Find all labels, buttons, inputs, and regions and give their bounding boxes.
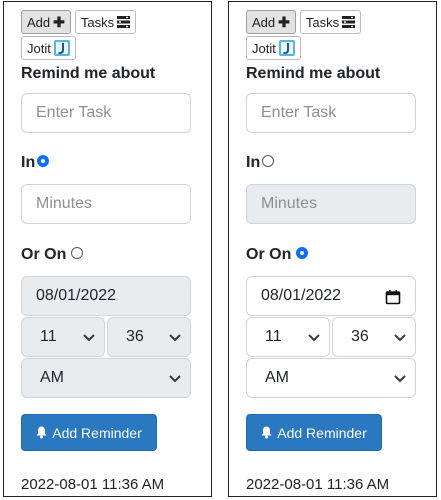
date-value: 08/01/2022 (261, 287, 342, 304)
task-input[interactable]: Enter Task (246, 93, 416, 133)
ampm-value: AM (265, 369, 289, 386)
add-reminder-label: Add Reminder (277, 424, 367, 441)
tasks-tab-label: Tasks (80, 14, 115, 30)
reminder-panel-date: Add ✚ Tasks Jotit Remind me about Enter … (228, 1, 437, 497)
hour-select[interactable]: 11 (246, 317, 330, 357)
hour-value: 11 (265, 328, 282, 345)
in-radio[interactable] (37, 155, 50, 167)
page-heading: Remind me about (246, 65, 381, 82)
or-on-option: Or On (21, 246, 84, 264)
minutes-input[interactable]: Minutes (21, 184, 191, 224)
in-option: In (21, 154, 50, 172)
minute-select[interactable]: 36 (107, 317, 191, 357)
plus-icon: ✚ (53, 14, 65, 30)
minutes-input[interactable]: Minutes (246, 184, 416, 224)
list-icon (117, 16, 131, 28)
date-value: 08/01/2022 (36, 287, 117, 304)
calendar-icon[interactable] (385, 289, 401, 305)
jotit-logo-icon (278, 40, 295, 56)
task-input-placeholder: Enter Task (261, 104, 337, 121)
chevron-down-icon (394, 375, 406, 383)
hour-value: 11 (40, 328, 57, 345)
or-on-label: Or On (246, 246, 292, 263)
in-label: In (21, 154, 36, 171)
jotit-label: Jotit (27, 40, 51, 56)
ampm-select[interactable]: AM (246, 358, 416, 398)
top-toolbar: Add ✚ Tasks (246, 10, 362, 34)
reminder-panel-relative: Add ✚ Tasks Jotit Remind me about Enter … (3, 1, 212, 497)
chevron-down-icon (308, 334, 320, 342)
in-radio[interactable] (262, 155, 275, 167)
date-input[interactable]: 08/01/2022 (246, 276, 416, 316)
or-on-option: Or On (246, 246, 309, 264)
add-tab-label: Add (27, 14, 51, 30)
add-reminder-button[interactable]: Add Reminder (246, 414, 382, 451)
list-icon (342, 16, 356, 28)
ampm-value: AM (40, 369, 64, 386)
jotit-button[interactable]: Jotit (246, 36, 301, 60)
or-on-label: Or On (21, 246, 67, 263)
chevron-down-icon (169, 334, 181, 342)
tasks-tab-button[interactable]: Tasks (74, 10, 137, 34)
or-on-radio[interactable] (296, 247, 309, 259)
add-tab-button[interactable]: Add ✚ (21, 10, 71, 34)
jotit-button[interactable]: Jotit (21, 36, 76, 60)
minute-value: 36 (351, 328, 369, 345)
bell-icon (36, 426, 47, 439)
minute-select[interactable]: 36 (332, 317, 416, 357)
reminder-timestamp: 2022-08-01 11:36 AM (246, 476, 390, 493)
reminder-timestamp: 2022-08-01 11:36 AM (21, 476, 165, 493)
or-on-radio[interactable] (71, 247, 84, 259)
in-option: In (246, 154, 275, 172)
tasks-tab-button[interactable]: Tasks (299, 10, 362, 34)
chevron-down-icon (169, 375, 181, 383)
add-tab-label: Add (252, 14, 276, 30)
plus-icon: ✚ (278, 14, 290, 30)
add-reminder-button[interactable]: Add Reminder (21, 414, 157, 451)
date-input[interactable]: 08/01/2022 (21, 276, 191, 316)
bell-icon (261, 426, 272, 439)
task-input-placeholder: Enter Task (36, 104, 112, 121)
minutes-input-placeholder: Minutes (261, 195, 318, 212)
jotit-logo-icon (53, 40, 70, 56)
minute-value: 36 (126, 328, 144, 345)
screenshot-stage: Add ✚ Tasks Jotit Remind me about Enter … (0, 0, 441, 500)
second-toolbar: Jotit (21, 36, 76, 60)
add-tab-button[interactable]: Add ✚ (246, 10, 296, 34)
add-reminder-label: Add Reminder (52, 424, 142, 441)
chevron-down-icon (394, 334, 406, 342)
hour-select[interactable]: 11 (21, 317, 105, 357)
second-toolbar: Jotit (246, 36, 301, 60)
tasks-tab-label: Tasks (305, 14, 340, 30)
minutes-input-placeholder: Minutes (36, 195, 93, 212)
top-toolbar: Add ✚ Tasks (21, 10, 137, 34)
task-input[interactable]: Enter Task (21, 93, 191, 133)
chevron-down-icon (83, 334, 95, 342)
jotit-label: Jotit (252, 40, 276, 56)
ampm-select[interactable]: AM (21, 358, 191, 398)
in-label: In (246, 154, 261, 171)
page-heading: Remind me about (21, 65, 156, 82)
